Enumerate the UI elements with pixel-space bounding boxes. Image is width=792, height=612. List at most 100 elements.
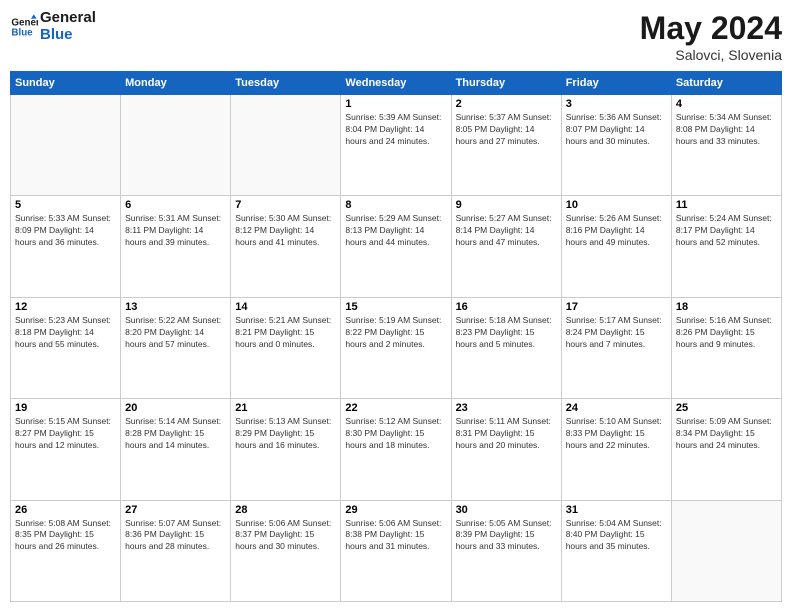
day-info: Sunrise: 5:21 AM Sunset: 8:21 PM Dayligh… [235, 315, 336, 351]
calendar-cell: 12Sunrise: 5:23 AM Sunset: 8:18 PM Dayli… [11, 297, 121, 398]
day-number: 23 [456, 402, 557, 414]
day-number: 10 [566, 199, 667, 211]
logo-general: General [40, 10, 96, 27]
day-info: Sunrise: 5:22 AM Sunset: 8:20 PM Dayligh… [125, 315, 226, 351]
calendar-cell: 15 Sunrise: 5:19 AM Sunset: 8:22 PM Dayli… [341, 297, 451, 398]
day-number: 22 [345, 402, 446, 414]
calendar-cell: 11 Sunrise: 5:24 AM Sunset: 8:17 PM Dayli… [671, 196, 781, 297]
day-number: 19 [15, 402, 116, 414]
calendar-cell [11, 95, 121, 196]
weekday-header-thursday: Thursday [451, 72, 561, 95]
calendar-cell: 27 Sunrise: 5:07 AM Sunset: 8:36 PM Dayli… [121, 500, 231, 601]
day-number: 9 [456, 199, 557, 211]
weekday-header-wednesday: Wednesday [341, 72, 451, 95]
calendar-cell: 7 Sunrise: 5:30 AM Sunset: 8:12 PM Daylig… [231, 196, 341, 297]
calendar-cell: 30Sunrise: 5:05 AM Sunset: 8:39 PM Dayli… [451, 500, 561, 601]
svg-text:Blue: Blue [11, 27, 33, 38]
day-info: Sunrise: 5:07 AM Sunset: 8:36 PM Dayligh… [125, 518, 226, 554]
calendar-cell: 22 Sunrise: 5:12 AM Sunset: 8:30 PM Dayli… [341, 399, 451, 500]
day-info: Sunrise: 5:24 AM Sunset: 8:17 PM Dayligh… [676, 213, 777, 249]
day-info: Sunrise: 5:16 AM Sunset: 8:26 PM Dayligh… [676, 315, 777, 351]
calendar-cell: 3Sunrise: 5:36 AM Sunset: 8:07 PM Daylig… [561, 95, 671, 196]
calendar-cell: 5Sunrise: 5:33 AM Sunset: 8:09 PM Daylig… [11, 196, 121, 297]
day-info: Sunrise: 5:06 AM Sunset: 8:38 PM Dayligh… [345, 518, 446, 554]
day-info: Sunrise: 5:17 AM Sunset: 8:24 PM Dayligh… [566, 315, 667, 351]
weekday-header-row: SundayMondayTuesdayWednesdayThursdayFrid… [11, 72, 782, 95]
weekday-header-monday: Monday [121, 72, 231, 95]
day-number: 18 [676, 301, 777, 313]
day-info: Sunrise: 5:23 AM Sunset: 8:18 PM Dayligh… [15, 315, 116, 351]
day-info: Sunrise: 5:08 AM Sunset: 8:35 PM Dayligh… [15, 518, 116, 554]
day-number: 5 [15, 199, 116, 211]
calendar-cell: 18 Sunrise: 5:16 AM Sunset: 8:26 PM Dayli… [671, 297, 781, 398]
logo-blue: Blue [40, 27, 96, 44]
day-number: 29 [345, 504, 446, 516]
day-number: 25 [676, 402, 777, 414]
day-info: Sunrise: 5:34 AM Sunset: 8:08 PM Dayligh… [676, 112, 777, 148]
calendar-cell: 19Sunrise: 5:15 AM Sunset: 8:27 PM Dayli… [11, 399, 121, 500]
day-number: 14 [235, 301, 336, 313]
day-number: 31 [566, 504, 667, 516]
day-info: Sunrise: 5:04 AM Sunset: 8:40 PM Dayligh… [566, 518, 667, 554]
logo-icon: General Blue [10, 13, 38, 41]
day-info: Sunrise: 5:06 AM Sunset: 8:37 PM Dayligh… [235, 518, 336, 554]
day-number: 26 [15, 504, 116, 516]
day-info: Sunrise: 5:26 AM Sunset: 8:16 PM Dayligh… [566, 213, 667, 249]
day-number: 17 [566, 301, 667, 313]
day-info: Sunrise: 5:18 AM Sunset: 8:23 PM Dayligh… [456, 315, 557, 351]
day-info: Sunrise: 5:11 AM Sunset: 8:31 PM Dayligh… [456, 416, 557, 452]
day-info: Sunrise: 5:30 AM Sunset: 8:12 PM Dayligh… [235, 213, 336, 249]
calendar-cell: 10 Sunrise: 5:26 AM Sunset: 8:16 PM Dayli… [561, 196, 671, 297]
day-info: Sunrise: 5:13 AM Sunset: 8:29 PM Dayligh… [235, 416, 336, 452]
day-info: Sunrise: 5:10 AM Sunset: 8:33 PM Dayligh… [566, 416, 667, 452]
day-info: Sunrise: 5:14 AM Sunset: 8:28 PM Dayligh… [125, 416, 226, 452]
day-number: 15 [345, 301, 446, 313]
day-info: Sunrise: 5:05 AM Sunset: 8:39 PM Dayligh… [456, 518, 557, 554]
calendar-cell: 28Sunrise: 5:06 AM Sunset: 8:37 PM Dayli… [231, 500, 341, 601]
calendar-cell: 13 Sunrise: 5:22 AM Sunset: 8:20 PM Dayli… [121, 297, 231, 398]
day-number: 7 [235, 199, 336, 211]
day-number: 27 [125, 504, 226, 516]
day-number: 11 [676, 199, 777, 211]
day-info: Sunrise: 5:36 AM Sunset: 8:07 PM Dayligh… [566, 112, 667, 148]
calendar-table: SundayMondayTuesdayWednesdayThursdayFrid… [10, 71, 782, 602]
day-number: 21 [235, 402, 336, 414]
calendar-cell: 24 Sunrise: 5:10 AM Sunset: 8:33 PM Dayli… [561, 399, 671, 500]
header: General Blue General Blue May 2024 Salov… [10, 10, 782, 63]
day-number: 2 [456, 98, 557, 110]
calendar-cell: 21 Sunrise: 5:13 AM Sunset: 8:29 PM Dayli… [231, 399, 341, 500]
day-number: 8 [345, 199, 446, 211]
day-number: 24 [566, 402, 667, 414]
calendar-cell: 29 Sunrise: 5:06 AM Sunset: 8:38 PM Dayli… [341, 500, 451, 601]
title-block: May 2024 Salovci, Slovenia [640, 10, 782, 63]
month-title: May 2024 [640, 10, 782, 47]
logo: General Blue General Blue [10, 10, 96, 43]
day-info: Sunrise: 5:29 AM Sunset: 8:13 PM Dayligh… [345, 213, 446, 249]
day-number: 6 [125, 199, 226, 211]
day-info: Sunrise: 5:12 AM Sunset: 8:30 PM Dayligh… [345, 416, 446, 452]
weekday-header-tuesday: Tuesday [231, 72, 341, 95]
calendar-cell: 26 Sunrise: 5:08 AM Sunset: 8:35 PM Dayli… [11, 500, 121, 601]
calendar-cell: 4 Sunrise: 5:34 AM Sunset: 8:08 PM Daylig… [671, 95, 781, 196]
calendar-week-row: 5Sunrise: 5:33 AM Sunset: 8:09 PM Daylig… [11, 196, 782, 297]
day-number: 1 [345, 98, 446, 110]
calendar-cell: 20 Sunrise: 5:14 AM Sunset: 8:28 PM Dayli… [121, 399, 231, 500]
calendar-cell: 23 Sunrise: 5:11 AM Sunset: 8:31 PM Dayli… [451, 399, 561, 500]
day-number: 13 [125, 301, 226, 313]
calendar-week-row: 26 Sunrise: 5:08 AM Sunset: 8:35 PM Dayli… [11, 500, 782, 601]
day-info: Sunrise: 5:09 AM Sunset: 8:34 PM Dayligh… [676, 416, 777, 452]
location: Salovci, Slovenia [640, 47, 782, 63]
weekday-header-sunday: Sunday [11, 72, 121, 95]
calendar-week-row: 19Sunrise: 5:15 AM Sunset: 8:27 PM Dayli… [11, 399, 782, 500]
calendar-cell [121, 95, 231, 196]
day-info: Sunrise: 5:27 AM Sunset: 8:14 PM Dayligh… [456, 213, 557, 249]
calendar-cell: 9 Sunrise: 5:27 AM Sunset: 8:14 PM Daylig… [451, 196, 561, 297]
day-number: 4 [676, 98, 777, 110]
calendar-cell [231, 95, 341, 196]
weekday-header-saturday: Saturday [671, 72, 781, 95]
day-number: 20 [125, 402, 226, 414]
calendar-cell: 2Sunrise: 5:37 AM Sunset: 8:05 PM Daylig… [451, 95, 561, 196]
calendar-week-row: 1Sunrise: 5:39 AM Sunset: 8:04 PM Daylig… [11, 95, 782, 196]
day-info: Sunrise: 5:19 AM Sunset: 8:22 PM Dayligh… [345, 315, 446, 351]
calendar-cell: 1Sunrise: 5:39 AM Sunset: 8:04 PM Daylig… [341, 95, 451, 196]
